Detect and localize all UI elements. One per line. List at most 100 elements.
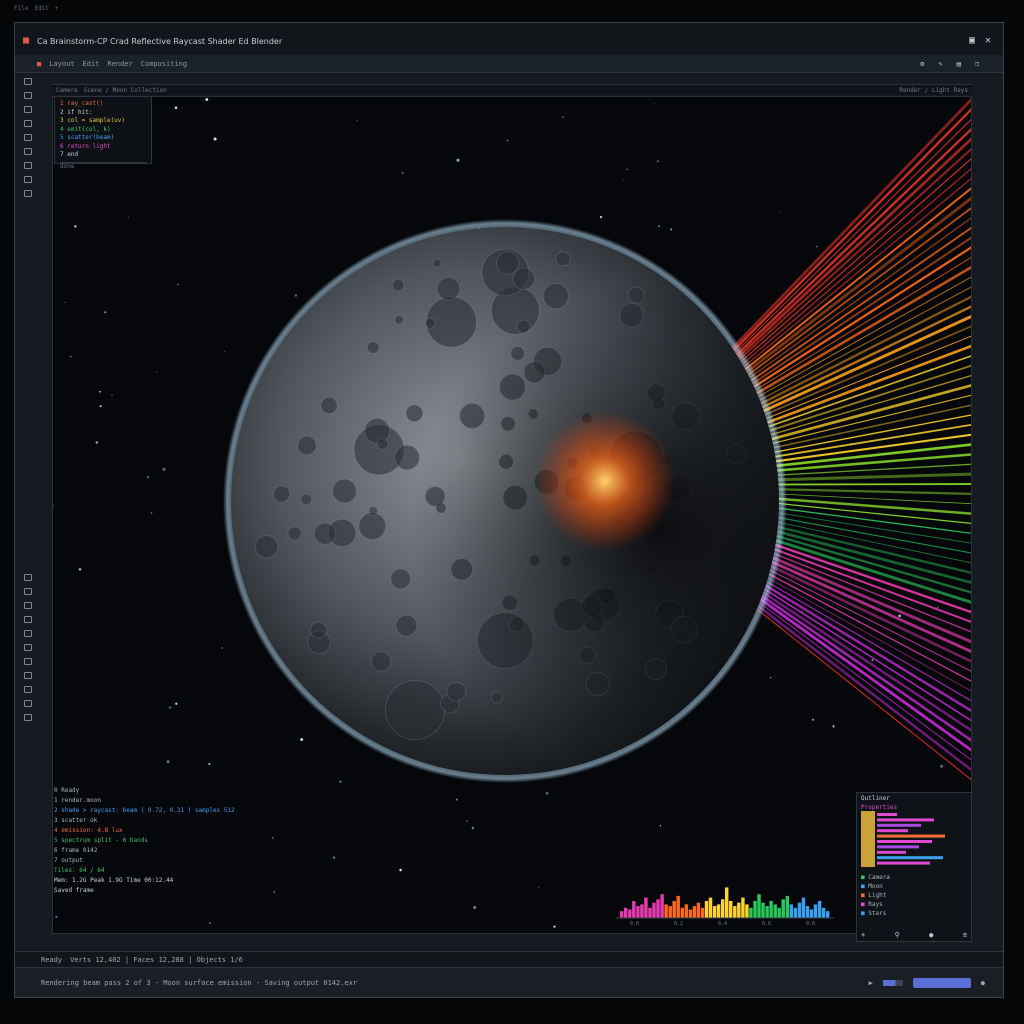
status-stats: Verts 12,402 | Faces 12,288 | Objects 1/… xyxy=(70,955,243,964)
code-line: 5 scatter(beam) xyxy=(60,134,115,141)
graph-bar xyxy=(877,834,945,838)
render-icon[interactable]: ■ xyxy=(37,60,41,68)
code-line: 4 emit(col, k) xyxy=(60,125,111,133)
star xyxy=(146,475,150,479)
spectrum-bar xyxy=(692,906,697,918)
star xyxy=(150,512,153,514)
minimize-icon[interactable]: ▣ xyxy=(969,35,975,46)
star xyxy=(657,224,661,228)
shrink-icon[interactable] xyxy=(24,658,32,665)
outliner-item[interactable]: ■ Rays xyxy=(861,900,967,909)
inset-icon[interactable] xyxy=(24,616,32,623)
rip-icon[interactable] xyxy=(24,686,32,693)
spectrum-bar xyxy=(721,899,725,918)
graph-bar xyxy=(877,813,897,816)
spectrum-bar xyxy=(676,895,680,918)
viewport-tab-render[interactable]: Render / Light Rays xyxy=(899,87,968,94)
viewport-tab-scene[interactable]: Scene / Moon Collection xyxy=(84,87,167,94)
spectrum-bar xyxy=(700,907,705,918)
measure-icon[interactable] xyxy=(24,162,32,169)
code-panel[interactable]: 1 ray_cast() 2 if hit: 3 col = sample(uv) 4… xyxy=(54,96,152,170)
file-menu[interactable]: File xyxy=(14,5,28,12)
extrude-icon[interactable] xyxy=(24,602,32,609)
star xyxy=(53,504,55,507)
spectrum-bar xyxy=(656,899,660,918)
knife-icon[interactable] xyxy=(24,574,32,581)
loop-icon[interactable] xyxy=(24,588,32,595)
layers-icon[interactable]: ▤ xyxy=(957,60,961,68)
star xyxy=(670,228,673,231)
cursor-icon[interactable] xyxy=(24,78,32,85)
graph-bar xyxy=(877,861,930,865)
spectrum-bar xyxy=(716,904,721,918)
spectrum-bar xyxy=(640,904,644,918)
viewport-header: Camera Scene / Moon Collection Render / … xyxy=(52,84,972,95)
star xyxy=(339,780,342,783)
pencil-icon[interactable]: ✎ xyxy=(938,60,942,68)
viewport-tab-camera[interactable]: Camera xyxy=(56,87,78,94)
star xyxy=(162,467,166,471)
shear-icon[interactable] xyxy=(24,672,32,679)
settings-icon[interactable]: ● xyxy=(929,931,933,939)
render-button[interactable] xyxy=(912,977,971,988)
star xyxy=(208,762,211,766)
spectrum-bar xyxy=(688,909,693,918)
bottom-actions: ▶ ● xyxy=(869,977,985,988)
star xyxy=(213,137,217,141)
rotate-icon[interactable] xyxy=(24,106,32,113)
spectrum-bar xyxy=(725,887,729,918)
toolbar-item-compositing[interactable]: Compositing xyxy=(141,60,187,68)
log-line: 3 scatter ok xyxy=(54,817,98,824)
bottom-bar: Rendering beam pass 2 of 3 - Moon surfac… xyxy=(15,967,1003,997)
graph-bar xyxy=(877,856,943,860)
star xyxy=(323,933,324,934)
scale-icon[interactable] xyxy=(24,120,32,127)
spectrum-bar xyxy=(765,906,769,918)
log-line: 2 shade > raycast: beam ( 0.72, 0.31 ) s… xyxy=(54,807,235,814)
star xyxy=(790,441,792,443)
console-log: 0 Ready 1 render.moon 2 shade > raycast: b… xyxy=(54,786,354,926)
log-line: Saved frame xyxy=(54,887,94,894)
add-icon[interactable]: + xyxy=(861,931,865,939)
toolbar-item-layout[interactable]: Layout xyxy=(49,60,74,68)
window-title: Ca Brainstorm-CP Crad Reflective Raycast… xyxy=(37,37,283,46)
code-line: 2 if hit: xyxy=(60,108,93,116)
copy-icon[interactable]: ❐ xyxy=(975,60,979,68)
poly-icon[interactable] xyxy=(24,714,32,721)
gear-icon[interactable]: ⚙ xyxy=(920,60,924,68)
spin-icon[interactable] xyxy=(24,700,32,707)
brush-icon[interactable] xyxy=(24,190,32,197)
spectrum-bar xyxy=(769,901,773,918)
outliner-item[interactable]: ■ Moon xyxy=(861,882,967,891)
spectrum-bar xyxy=(801,897,806,918)
bottom-message: Rendering beam pass 2 of 3 - Moon surfac… xyxy=(41,978,358,987)
close-icon[interactable]: ✕ xyxy=(985,35,991,46)
move-icon[interactable] xyxy=(24,92,32,99)
star xyxy=(545,791,549,795)
log-line: Tiles: 64 / 64 xyxy=(54,867,105,874)
menu-icon[interactable]: ≡ xyxy=(963,931,967,939)
outliner-item[interactable]: ■ Camera xyxy=(861,873,967,882)
star xyxy=(940,764,944,768)
annotate-icon[interactable] xyxy=(24,148,32,155)
edit-menu[interactable]: Edit xyxy=(34,5,48,12)
transform-icon[interactable] xyxy=(24,134,32,141)
play-icon[interactable]: ▶ xyxy=(869,979,873,987)
star xyxy=(205,98,209,101)
add-icon[interactable] xyxy=(24,176,32,183)
outliner-item[interactable]: ■ Light xyxy=(861,891,967,900)
star xyxy=(221,647,223,649)
star xyxy=(506,139,509,142)
toolbar-item-render[interactable]: Render xyxy=(107,60,132,68)
filter-icon[interactable]: ⚲ xyxy=(895,931,900,939)
graph-bar xyxy=(877,845,919,849)
add-menu[interactable]: + xyxy=(55,5,59,12)
status-text: Ready xyxy=(41,955,63,964)
close-icon[interactable]: ● xyxy=(981,979,985,987)
bevel-icon[interactable] xyxy=(24,630,32,637)
smooth-icon[interactable] xyxy=(24,644,32,651)
outliner-item[interactable]: ■ Stars xyxy=(861,909,967,918)
star xyxy=(401,171,404,174)
toolbar-item-edit[interactable]: Edit xyxy=(83,60,100,68)
app-logo-icon: ■ xyxy=(23,35,30,46)
